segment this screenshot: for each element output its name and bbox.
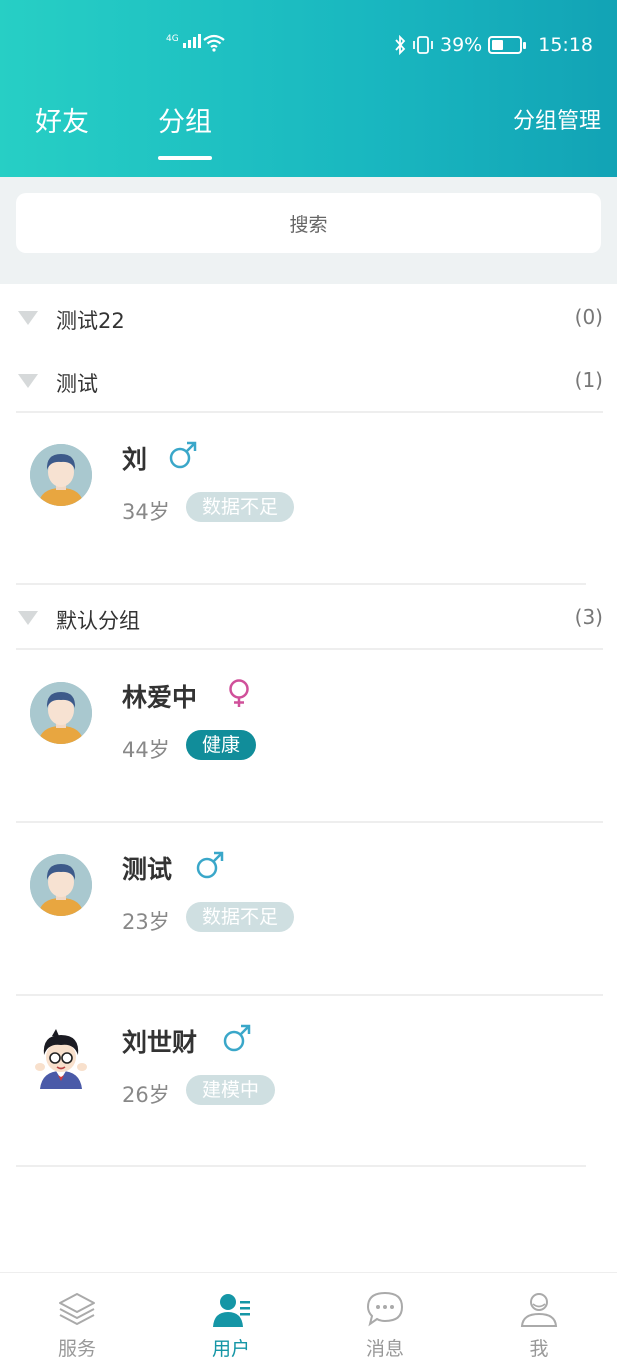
group-header-test[interactable]: 测试 (1) (0, 362, 617, 402)
user-list-icon (213, 1294, 250, 1327)
person-icon (520, 1293, 558, 1327)
group-name: 测试 (56, 372, 98, 396)
male-icon (169, 441, 197, 469)
group-name: 默认分组 (56, 609, 140, 633)
search-area: 搜索 (0, 177, 617, 284)
member-name: 刘世财 (122, 1028, 198, 1057)
nav-label: 服务 (57, 1338, 96, 1360)
layers-icon (59, 1293, 95, 1325)
avatar (30, 444, 92, 506)
nav-item-services[interactable]: 服务 (17, 1273, 137, 1370)
group-header-default[interactable]: 默认分组 (3) (0, 599, 617, 639)
status-badge: 健康 (186, 730, 257, 760)
nav-item-me[interactable]: 我 (479, 1273, 599, 1370)
divider (16, 648, 603, 650)
nav-item-messages[interactable]: 消息 (325, 1273, 445, 1370)
status-badge: 建模中 (186, 1075, 276, 1105)
member-row[interactable]: 测试 23岁 数据不足 (0, 824, 617, 984)
status-badge: 数据不足 (186, 902, 295, 932)
member-row[interactable]: 刘 34岁 数据不足 (0, 414, 617, 574)
group-count: (1) (574, 368, 603, 392)
nav-label: 我 (529, 1338, 549, 1360)
member-row[interactable]: 林爱中 44岁 健康 (0, 652, 617, 812)
avatar (30, 682, 92, 744)
search-input[interactable]: 搜索 (16, 193, 601, 253)
vibrate-icon (413, 36, 433, 54)
member-name: 林爱中 (122, 683, 198, 712)
divider (16, 821, 603, 823)
wifi-icon (203, 34, 225, 52)
status-badge: 数据不足 (186, 492, 295, 522)
active-tab-indicator (158, 156, 212, 160)
divider (16, 583, 586, 585)
group-manage-button[interactable]: 分组管理 (513, 103, 601, 135)
triangle-down-icon (18, 374, 38, 388)
member-name: 刘 (122, 445, 148, 474)
divider (16, 411, 603, 413)
triangle-down-icon (18, 311, 38, 325)
signal-icon: 4G (166, 34, 201, 48)
status-time: 15:18 (538, 34, 593, 56)
member-age: 44岁 (122, 738, 170, 762)
divider (16, 994, 603, 996)
battery-percent: 39% (440, 34, 483, 56)
nav-item-users[interactable]: 用户 (171, 1273, 291, 1370)
tab-groups[interactable]: 分组 (158, 100, 212, 139)
bottom-nav: 服务 用户 消息 我 (0, 1272, 617, 1370)
app-header: 4G 39% 15:18 好友 分组 分组管理 (0, 0, 617, 177)
nav-label: 消息 (365, 1338, 404, 1360)
group-header-test22[interactable]: 测试22 (0) (0, 299, 617, 339)
battery-icon (488, 36, 527, 54)
bluetooth-icon (395, 35, 406, 55)
tab-friends[interactable]: 好友 (35, 100, 89, 139)
member-age: 23岁 (122, 910, 170, 934)
group-count: (3) (574, 605, 603, 629)
group-count: (0) (574, 305, 603, 329)
chat-bubble-icon (366, 1291, 404, 1327)
male-icon (196, 851, 224, 879)
triangle-down-icon (18, 611, 38, 625)
nav-label: 用户 (211, 1338, 250, 1360)
divider (16, 1165, 586, 1167)
female-icon (229, 679, 249, 707)
avatar (30, 854, 92, 916)
member-name: 测试 (122, 855, 173, 884)
member-age: 26岁 (122, 1083, 170, 1107)
avatar (30, 1027, 92, 1089)
status-bar: 4G 39% 15:18 (0, 30, 617, 64)
member-row[interactable]: 刘世财 26岁 建模中 (0, 997, 617, 1157)
group-name: 测试22 (56, 309, 125, 333)
male-icon (223, 1024, 251, 1052)
member-age: 34岁 (122, 500, 170, 524)
